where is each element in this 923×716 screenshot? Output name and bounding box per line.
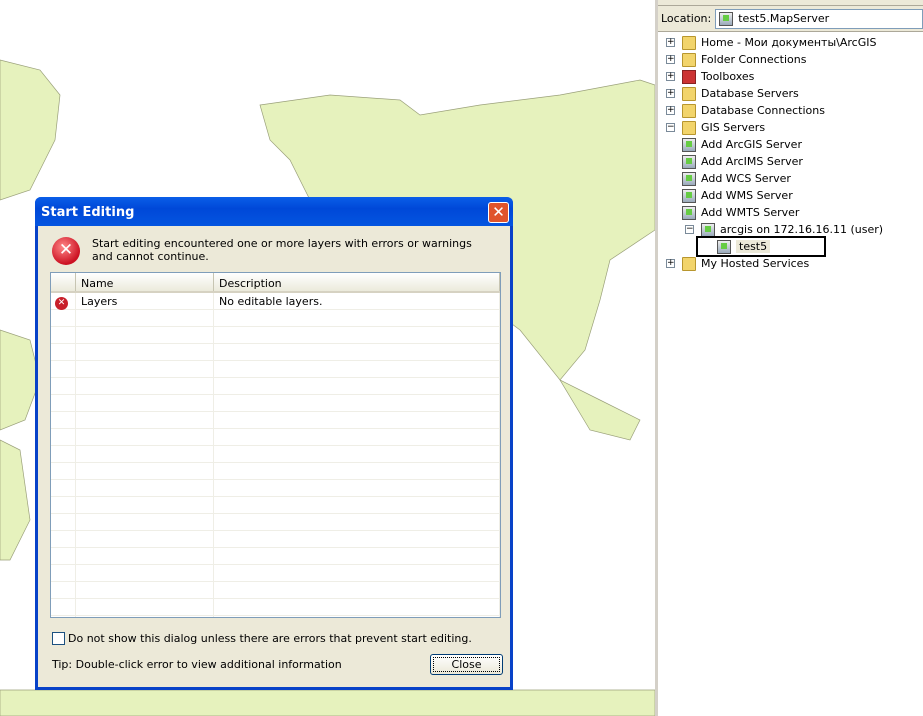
start-editing-dialog: Start Editing ✕ ✕ Start editing encounte…: [35, 197, 513, 690]
tree-item-add-arcgis-server[interactable]: Add ArcGIS Server: [666, 136, 883, 153]
expand-icon[interactable]: +: [666, 55, 675, 64]
add-server-icon: [682, 137, 696, 152]
tree-item-label: Database Connections: [701, 104, 825, 117]
error-icon: ✕: [52, 237, 80, 265]
hosted-services-icon: [682, 256, 696, 271]
location-value: test5.MapServer: [738, 12, 830, 25]
collapse-icon[interactable]: −: [666, 123, 675, 132]
database-connection-icon: [682, 103, 696, 118]
expand-icon[interactable]: +: [666, 106, 675, 115]
errors-table[interactable]: Name Description ✕ Layers No editable la…: [50, 272, 501, 618]
add-server-icon: [682, 188, 696, 203]
column-header-name[interactable]: Name: [76, 273, 214, 291]
empty-row: [51, 378, 500, 395]
tree-item-add-arcims-server[interactable]: Add ArcIMS Server: [666, 153, 883, 170]
column-header-description[interactable]: Description: [214, 273, 500, 291]
checkbox-label: Do not show this dialog unless there are…: [68, 632, 472, 645]
tree-item-label: My Hosted Services: [701, 257, 810, 270]
home-folder-icon: [682, 35, 696, 50]
empty-row: [51, 327, 500, 344]
empty-row: [51, 599, 500, 616]
column-header-status: [51, 273, 76, 291]
tree-item-label: Add ArcIMS Server: [701, 155, 803, 168]
expand-icon[interactable]: +: [666, 38, 675, 47]
database-server-icon: [682, 86, 696, 101]
toolbox-icon: [682, 69, 696, 84]
empty-row: [51, 565, 500, 582]
empty-row: [51, 412, 500, 429]
server-connection-icon: [701, 222, 715, 237]
tree-item-gis-servers[interactable]: − GIS Servers: [666, 119, 883, 136]
row-description: No editable layers.: [214, 293, 500, 309]
add-server-icon: [682, 205, 696, 220]
empty-row: [51, 310, 500, 327]
close-button[interactable]: Close: [430, 654, 503, 675]
error-message: Start editing encountered one or more la…: [92, 237, 472, 263]
location-input[interactable]: test5.MapServer: [715, 8, 923, 29]
do-not-show-checkbox[interactable]: Do not show this dialog unless there are…: [52, 632, 472, 645]
row-name: Layers: [76, 293, 214, 309]
tree-item-label: Add WCS Server: [701, 172, 791, 185]
empty-row: [51, 446, 500, 463]
tree-item-home[interactable]: + Home - Мои документы\ArcGIS: [666, 34, 883, 51]
close-x-button[interactable]: ✕: [488, 202, 509, 223]
add-server-icon: [682, 171, 696, 186]
tree-item-add-wmts-server[interactable]: Add WMTS Server: [666, 204, 883, 221]
table-header: Name Description: [51, 273, 500, 293]
tree-item-label: Home - Мои документы\ArcGIS: [701, 36, 877, 49]
location-label: Location:: [661, 12, 712, 25]
empty-row: [51, 582, 500, 599]
tree-item-database-servers[interactable]: + Database Servers: [666, 85, 883, 102]
empty-row: [51, 463, 500, 480]
dialog-titlebar[interactable]: Start Editing ✕: [35, 197, 513, 226]
empty-row: [51, 361, 500, 378]
tree-item-add-wms-server[interactable]: Add WMS Server: [666, 187, 883, 204]
folder-connections-icon: [682, 52, 696, 67]
location-bar: Location: test5.MapServer: [658, 6, 923, 32]
tree-item-database-connections[interactable]: + Database Connections: [666, 102, 883, 119]
checkbox[interactable]: [52, 632, 65, 645]
empty-row: [51, 531, 500, 548]
tree-item-label: Database Servers: [701, 87, 799, 100]
tree-item-label: Add WMS Server: [701, 189, 793, 202]
dialog-title: Start Editing: [41, 205, 135, 220]
add-server-icon: [682, 154, 696, 169]
empty-row: [51, 395, 500, 412]
empty-row: [51, 548, 500, 565]
tree-item-label: Add WMTS Server: [701, 206, 800, 219]
tree-item-label: Folder Connections: [701, 53, 807, 66]
map-service-icon: [719, 11, 734, 26]
tree-item-folder-connections[interactable]: + Folder Connections: [666, 51, 883, 68]
empty-row: [51, 429, 500, 446]
table-row[interactable]: ✕ Layers No editable layers.: [51, 293, 500, 310]
tree-item-add-wcs-server[interactable]: Add WCS Server: [666, 170, 883, 187]
expand-icon[interactable]: +: [666, 259, 675, 268]
expand-icon[interactable]: +: [666, 72, 675, 81]
expand-icon[interactable]: +: [666, 89, 675, 98]
empty-row: [51, 514, 500, 531]
tree-item-label: Toolboxes: [701, 70, 755, 83]
tip-text: Tip: Double-click error to view addition…: [52, 658, 342, 671]
tree-item-my-hosted-services[interactable]: + My Hosted Services: [666, 255, 883, 272]
tree-item-label: Add ArcGIS Server: [701, 138, 802, 151]
tree-item-label: arcgis on 172.16.16.11 (user): [720, 223, 884, 236]
highlight-box: [696, 236, 826, 257]
catalog-panel: Location: test5.MapServer + Home - Мои до…: [655, 0, 923, 716]
empty-row: [51, 344, 500, 361]
empty-row: [51, 497, 500, 514]
gis-servers-icon: [682, 120, 696, 135]
empty-row: [51, 616, 500, 617]
collapse-icon[interactable]: −: [685, 225, 694, 234]
tree-item-toolboxes[interactable]: + Toolboxes: [666, 68, 883, 85]
tree-item-label: GIS Servers: [701, 121, 766, 134]
empty-row: [51, 480, 500, 497]
error-icon: ✕: [55, 297, 68, 310]
